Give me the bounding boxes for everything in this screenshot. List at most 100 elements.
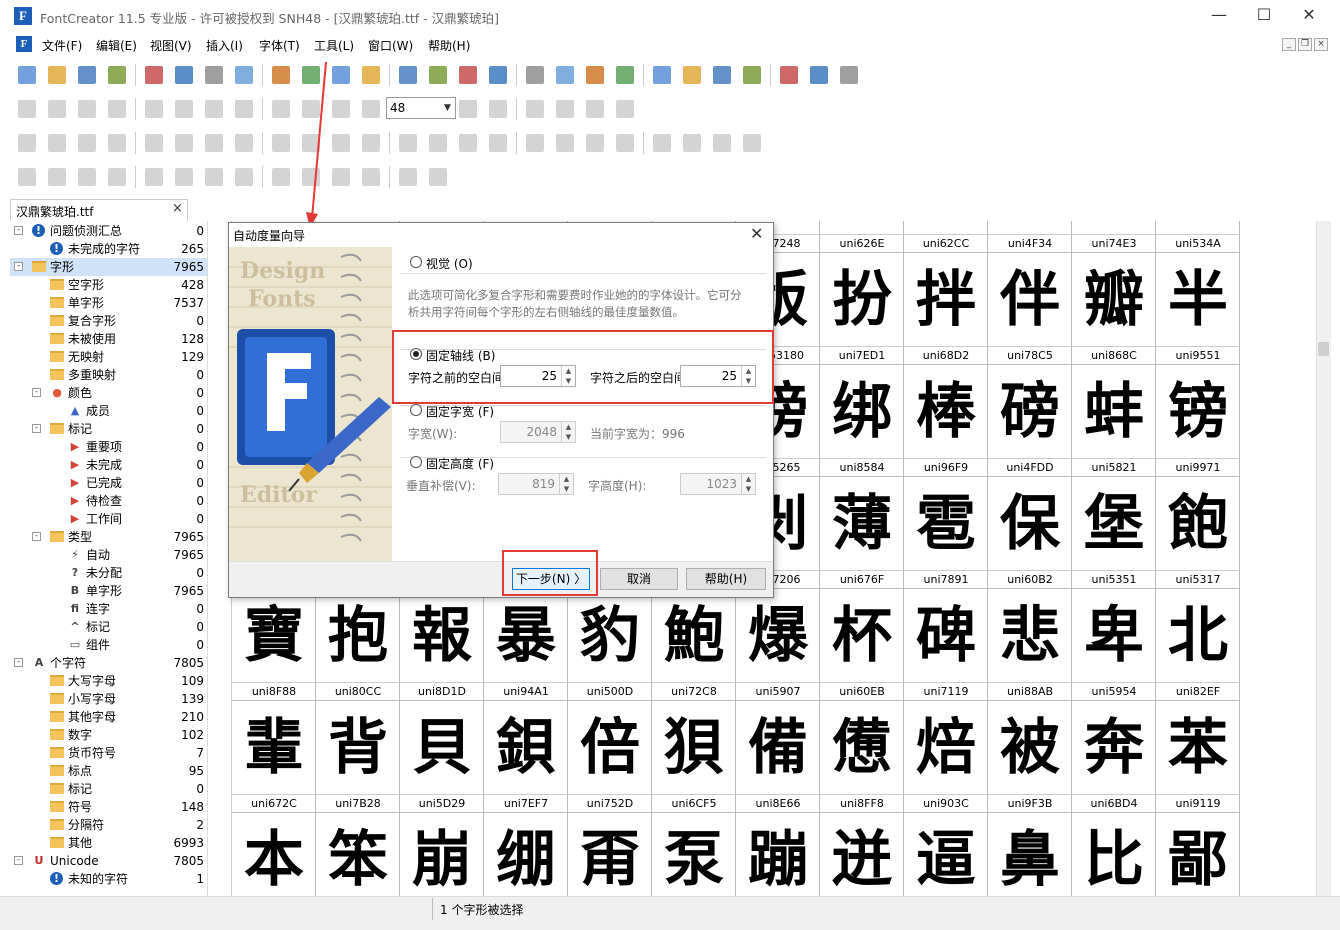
glyph-cell[interactable]: 鋇 uni7EF7 xyxy=(484,701,568,813)
toolbar-button[interactable] xyxy=(201,62,227,88)
toolbar-button[interactable] xyxy=(776,62,802,88)
glyph-cell[interactable]: 比 xyxy=(1072,813,1156,896)
toolbar-button[interactable] xyxy=(709,62,735,88)
toolbar-button[interactable] xyxy=(612,96,638,122)
toolbar-button[interactable] xyxy=(358,96,384,122)
glyph-cell[interactable]: 泵 xyxy=(652,813,736,896)
close-button[interactable]: ✕ xyxy=(1286,0,1332,32)
glyph-cell[interactable]: 崩 xyxy=(400,813,484,896)
toolbar-button[interactable] xyxy=(14,62,40,88)
menu-insert[interactable]: 插入(I) xyxy=(206,37,243,54)
toolbar-button[interactable] xyxy=(171,164,197,190)
toolbar-button[interactable] xyxy=(552,96,578,122)
tree-item[interactable]: fi 连字 0 xyxy=(10,600,207,618)
toolbar-button[interactable] xyxy=(268,130,294,156)
glyph-cell[interactable]: 鼻 xyxy=(988,813,1072,896)
toolbar-button[interactable] xyxy=(231,62,257,88)
toolbar-button[interactable] xyxy=(679,62,705,88)
toolbar-button[interactable] xyxy=(485,96,511,122)
radio-fixed-width[interactable] xyxy=(410,404,422,416)
collapse-icon[interactable]: - xyxy=(32,388,41,397)
menu-help[interactable]: 帮助(H) xyxy=(428,37,470,54)
toolbar-button[interactable] xyxy=(14,96,40,122)
toolbar-button[interactable] xyxy=(141,62,167,88)
tree-item[interactable]: ▶ 待检查 0 xyxy=(10,492,207,510)
glyph-cell[interactable]: 蹦 xyxy=(736,813,820,896)
glyph-cell[interactable]: 杯 uni60EB xyxy=(820,589,904,701)
toolbar-button[interactable] xyxy=(358,62,384,88)
collapse-icon[interactable]: - xyxy=(14,226,23,235)
tree-item[interactable]: 无映射 129 xyxy=(10,348,207,366)
glyph-cell[interactable]: 棒 uni96F9 xyxy=(904,365,988,477)
glyph-cell[interactable]: 備 uni8E66 xyxy=(736,701,820,813)
maximize-button[interactable]: ☐ xyxy=(1241,0,1287,32)
toolbar-button[interactable] xyxy=(201,130,227,156)
tree-item[interactable]: B 单字形 7965 xyxy=(10,582,207,600)
radio-fixed-height[interactable] xyxy=(410,456,422,468)
glyph-cell[interactable]: 蚌 uni5821 xyxy=(1072,365,1156,477)
toolbar-button[interactable] xyxy=(104,62,130,88)
tree-item[interactable]: 未被使用 128 xyxy=(10,330,207,348)
tree-item[interactable]: ! 未知的字符 1 xyxy=(10,870,207,888)
collapse-icon[interactable]: - xyxy=(32,424,41,433)
glyph-cell[interactable]: 憊 uni8FF8 xyxy=(820,701,904,813)
toolbar-button[interactable] xyxy=(582,96,608,122)
toolbar-button[interactable] xyxy=(44,130,70,156)
glyph-cell[interactable]: 鄙 xyxy=(1156,813,1240,896)
tree-item[interactable]: - 类型 7965 xyxy=(10,528,207,546)
chevron-down-icon[interactable]: ▼ xyxy=(440,98,455,118)
radio-visual[interactable] xyxy=(410,256,422,268)
spinner-arrows-icon[interactable]: ▲ ▼ xyxy=(559,474,573,494)
toolbar-button[interactable] xyxy=(425,164,451,190)
toolbar-button[interactable] xyxy=(522,96,548,122)
glyph-cell[interactable]: uni74E3 xyxy=(1072,221,1156,253)
toolbar-button[interactable] xyxy=(582,130,608,156)
tree-item[interactable]: - 标记 0 xyxy=(10,420,207,438)
glyph-cell[interactable]: 逼 xyxy=(904,813,988,896)
toolbar-button[interactable] xyxy=(552,62,578,88)
glyph-cell[interactable]: 迸 xyxy=(820,813,904,896)
spinner-arrows-icon[interactable]: ▲ ▼ xyxy=(741,474,755,494)
toolbar-button[interactable] xyxy=(836,62,862,88)
glyph-cell[interactable]: 暴 uni94A1 xyxy=(484,589,568,701)
glyph-cell[interactable]: 笨 xyxy=(316,813,400,896)
height-input[interactable]: 1023 ▲ ▼ xyxy=(680,473,756,495)
glyph-cell[interactable]: 狽 uni6CF5 xyxy=(652,701,736,813)
toolbar-button[interactable] xyxy=(171,96,197,122)
glyph-cell[interactable]: 瓣 uni868C xyxy=(1072,253,1156,365)
close-icon[interactable]: × xyxy=(172,201,183,216)
toolbar-button[interactable] xyxy=(552,130,578,156)
glyph-cell[interactable]: 寶 uni8F88 xyxy=(232,589,316,701)
mdi-restore-button[interactable]: ❐ xyxy=(1298,38,1312,51)
glyph-cell[interactable]: 甭 xyxy=(568,813,652,896)
toolbar-button[interactable] xyxy=(739,62,765,88)
tree-item[interactable]: - ● 颜色 0 xyxy=(10,384,207,402)
toolbar-button[interactable] xyxy=(806,62,832,88)
minimize-button[interactable]: — xyxy=(1196,0,1242,32)
tree-item[interactable]: 符号 148 xyxy=(10,798,207,816)
glyph-cell[interactable]: 半 uni9551 xyxy=(1156,253,1240,365)
glyph-cell[interactable]: 報 uni8D1D xyxy=(400,589,484,701)
toolbar-button[interactable] xyxy=(455,130,481,156)
toolbar-button[interactable] xyxy=(455,96,481,122)
glyph-cell[interactable]: 拌 uni68D2 xyxy=(904,253,988,365)
toolbar-button[interactable] xyxy=(268,164,294,190)
toolbar-button[interactable] xyxy=(231,96,257,122)
toolbar-button[interactable] xyxy=(709,130,735,156)
tree-item[interactable]: ^ 标记 0 xyxy=(10,618,207,636)
tree-item[interactable]: 小写字母 139 xyxy=(10,690,207,708)
glyph-cell[interactable]: 薄 uni676F xyxy=(820,477,904,589)
tree-item[interactable]: 数字 102 xyxy=(10,726,207,744)
toolbar-button[interactable] xyxy=(44,164,70,190)
glyph-cell[interactable]: 飽 uni5317 xyxy=(1156,477,1240,589)
toolbar-button[interactable] xyxy=(649,130,675,156)
toolbar-button[interactable] xyxy=(104,130,130,156)
tree-item[interactable]: 分隔符 2 xyxy=(10,816,207,834)
menu-edit[interactable]: 编辑(E) xyxy=(96,37,137,54)
tree-item[interactable]: ▶ 已完成 0 xyxy=(10,474,207,492)
toolbar-button[interactable] xyxy=(171,130,197,156)
toolbar-button[interactable] xyxy=(14,130,40,156)
tree-item[interactable]: ⚡ 自动 7965 xyxy=(10,546,207,564)
glyph-cell[interactable]: 背 uni7B28 xyxy=(316,701,400,813)
glyph-cell[interactable]: 倍 uni752D xyxy=(568,701,652,813)
